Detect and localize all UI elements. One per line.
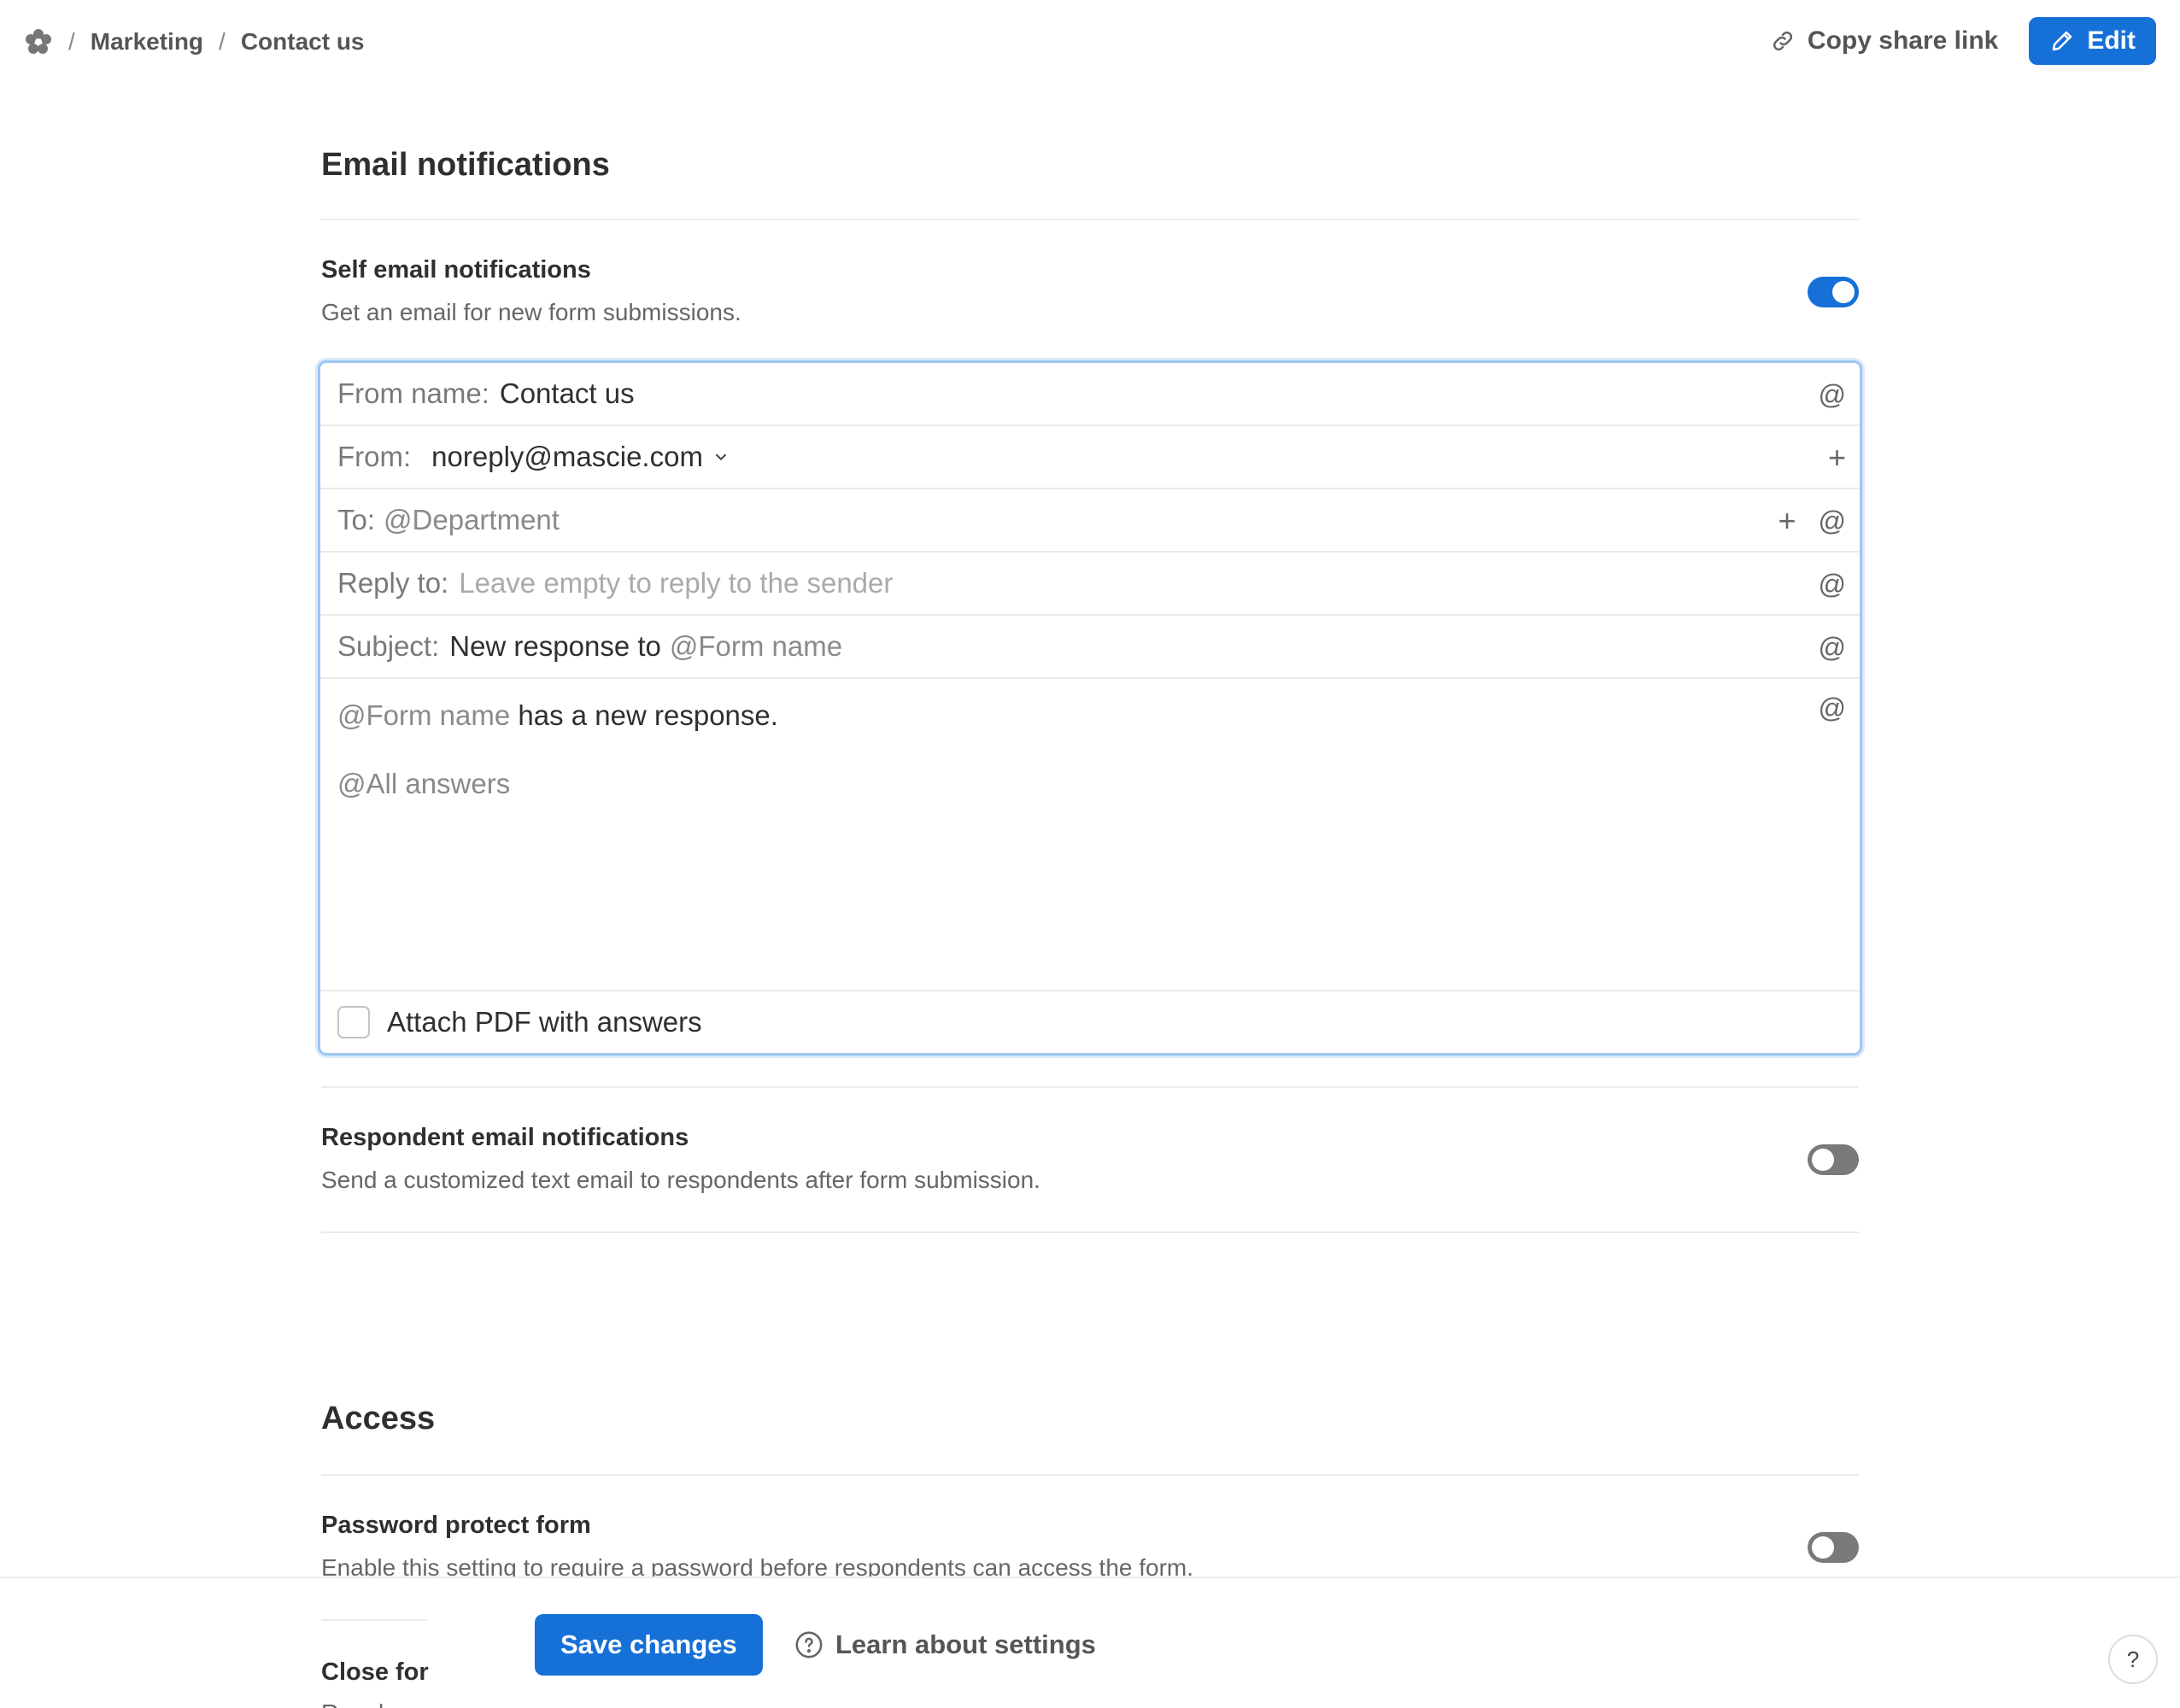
email-body-editor[interactable]: @Form name has a new response. @All answ… (320, 679, 1860, 986)
add-plus-icon[interactable]: + (1828, 442, 1846, 473)
top-actions: Copy share link Edit (1770, 17, 2156, 65)
body-text: has a new response. (518, 699, 778, 731)
self-notifications-title: Self email notifications (321, 256, 591, 284)
to-mention-department[interactable]: @Department (384, 504, 560, 536)
bottom-action-bar: Close for Regula Save changes Learn abou… (0, 1576, 2180, 1708)
reply-to-input[interactable]: Leave empty to reply to the sender (459, 567, 893, 600)
close-for-title: Close for (321, 1658, 429, 1686)
body-mention-form-name[interactable]: @Form name (337, 699, 510, 731)
self-email-editor: From name: Contact us @ From: noreply@ma… (318, 360, 1862, 1056)
learn-about-settings-label: Learn about settings (835, 1629, 1096, 1659)
divider (321, 219, 1859, 220)
edit-label: Edit (2087, 26, 2136, 55)
mention-at-icon[interactable]: @ (1819, 381, 1846, 408)
breadcrumb-contact-us[interactable]: Contact us (241, 28, 365, 56)
subject-label: Subject: (337, 630, 440, 662)
question-circle-icon (795, 1631, 823, 1658)
mention-at-icon[interactable]: @ (1819, 694, 1846, 722)
self-notifications-description: Get an email for new form submissions. (321, 299, 741, 325)
reply-to-field[interactable]: Reply to: Leave empty to reply to the se… (320, 553, 1860, 616)
toggle-knob (1812, 1149, 1834, 1171)
respondent-notifications-title: Respondent email notifications (321, 1124, 689, 1151)
self-notifications-toggle[interactable] (1808, 277, 1859, 307)
add-plus-icon[interactable]: + (1778, 506, 1796, 536)
copy-share-link-button[interactable]: Copy share link (1770, 26, 1998, 56)
body-first-line: @Form name has a new response. (337, 699, 778, 732)
chevron-down-icon[interactable] (712, 447, 730, 466)
mention-at-icon[interactable]: @ (1819, 507, 1846, 535)
pencil-icon (2053, 31, 2072, 51)
flower-logo-icon[interactable] (24, 27, 53, 56)
subject-text[interactable]: New response to (449, 630, 661, 663)
from-name-value[interactable]: Contact us (500, 377, 635, 410)
help-button[interactable]: ? (2108, 1635, 2158, 1684)
top-bar: / Marketing / Contact us Copy share link… (0, 0, 2180, 85)
password-protect-title: Password protect form (321, 1512, 591, 1539)
respondent-notifications-toggle[interactable] (1808, 1144, 1859, 1175)
copy-share-link-label: Copy share link (1807, 26, 1999, 55)
learn-about-settings-link[interactable]: Learn about settings (794, 1614, 1096, 1676)
to-label: To: (337, 504, 376, 535)
reply-to-label: Reply to: (337, 567, 449, 599)
subject-field[interactable]: Subject: New response to @Form name @ (320, 616, 1860, 679)
access-title: Access (321, 1401, 436, 1436)
toggle-knob (1832, 281, 1855, 303)
close-for-description: Regula (321, 1699, 397, 1708)
link-icon (1773, 31, 1792, 51)
breadcrumb-separator: / (219, 28, 226, 55)
email-notifications-title: Email notifications (321, 147, 610, 183)
subject-mention-form-name[interactable]: @Form name (670, 630, 842, 663)
mention-at-icon[interactable]: @ (1819, 634, 1846, 661)
from-field[interactable]: From: noreply@mascie.com + (320, 426, 1860, 489)
from-name-label: From name: (337, 377, 489, 409)
from-label: From: (337, 441, 412, 472)
mention-at-icon[interactable]: @ (1819, 570, 1846, 598)
divider (321, 1619, 427, 1621)
attach-pdf-label: Attach PDF with answers (387, 1006, 702, 1038)
body-mention-all-answers[interactable]: @All answers (337, 768, 510, 800)
save-changes-button[interactable]: Save changes (535, 1614, 763, 1676)
divider (321, 1474, 1859, 1476)
edit-button[interactable]: Edit (2029, 17, 2156, 65)
divider (321, 1086, 1859, 1088)
toggle-knob (1812, 1536, 1834, 1559)
from-select[interactable]: noreply@mascie.com (431, 441, 703, 473)
respondent-notifications-description: Send a customized text email to responde… (321, 1167, 1040, 1193)
attach-pdf-checkbox[interactable] (337, 1006, 370, 1038)
divider (321, 1231, 1859, 1233)
breadcrumb-marketing[interactable]: Marketing (91, 28, 203, 56)
breadcrumb-separator: / (68, 28, 75, 55)
breadcrumb: / Marketing / Contact us (24, 22, 365, 61)
to-field[interactable]: To: @Department + @ (320, 489, 1860, 553)
from-name-field[interactable]: From name: Contact us @ (320, 363, 1860, 426)
attach-pdf-row[interactable]: Attach PDF with answers (320, 990, 1860, 1053)
password-protect-toggle[interactable] (1808, 1532, 1859, 1563)
